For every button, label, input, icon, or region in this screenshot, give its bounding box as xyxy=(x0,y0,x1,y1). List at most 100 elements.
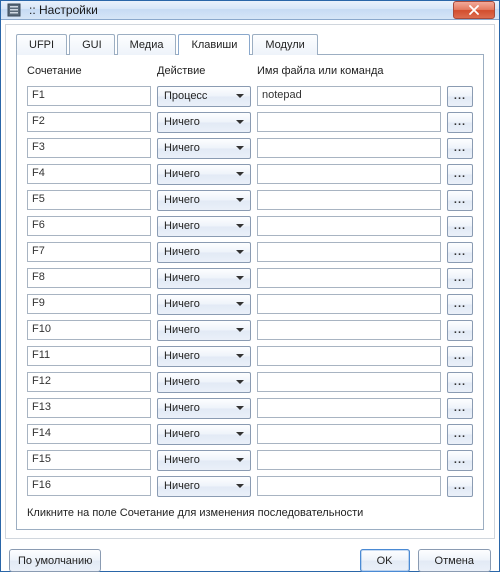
combo-input[interactable]: F2 xyxy=(27,112,151,132)
action-select[interactable]: Процесс xyxy=(157,86,251,107)
browse-button[interactable]: ... xyxy=(447,242,473,263)
key-row: F14 Ничего... xyxy=(27,421,473,447)
browse-button[interactable]: ... xyxy=(447,86,473,107)
key-rows: F1 Процесс notepad... F2 Ничего... F3 Ничего..… xyxy=(27,83,473,499)
browse-button[interactable]: ... xyxy=(447,372,473,393)
combo-input[interactable]: F11 xyxy=(27,346,151,366)
action-select[interactable]: Ничего xyxy=(157,294,251,315)
file-input[interactable] xyxy=(257,476,441,496)
key-row: F12 Ничего... xyxy=(27,369,473,395)
file-input[interactable] xyxy=(257,424,441,444)
action-select[interactable]: Ничего xyxy=(157,346,251,367)
file-input[interactable] xyxy=(257,190,441,210)
combo-input[interactable]: F10 xyxy=(27,320,151,340)
defaults-button[interactable]: По умолчанию xyxy=(9,549,101,572)
file-input[interactable] xyxy=(257,112,441,132)
file-input[interactable] xyxy=(257,450,441,470)
action-select[interactable]: Ничего xyxy=(157,112,251,133)
combo-input[interactable]: F9 xyxy=(27,294,151,314)
action-select-value: Ничего xyxy=(164,402,200,414)
combo-input[interactable]: F4 xyxy=(27,164,151,184)
combo-input[interactable]: F5 xyxy=(27,190,151,210)
file-input[interactable] xyxy=(257,398,441,418)
action-select[interactable]: Ничего xyxy=(157,242,251,263)
header-file: Имя файла или команда xyxy=(257,65,473,77)
combo-input[interactable]: F15 xyxy=(27,450,151,470)
key-row: F9 Ничего... xyxy=(27,291,473,317)
action-select[interactable]: Ничего xyxy=(157,164,251,185)
combo-input[interactable]: F3 xyxy=(27,138,151,158)
action-select[interactable]: Ничего xyxy=(157,138,251,159)
combo-input[interactable]: F8 xyxy=(27,268,151,288)
action-select-value: Ничего xyxy=(164,142,200,154)
action-select-value: Ничего xyxy=(164,454,200,466)
tab-модули[interactable]: Модули xyxy=(252,34,317,55)
file-input[interactable] xyxy=(257,138,441,158)
file-input[interactable] xyxy=(257,164,441,184)
tab-клавиши[interactable]: Клавиши xyxy=(178,34,250,55)
browse-button[interactable]: ... xyxy=(447,424,473,445)
combo-input[interactable]: F12 xyxy=(27,372,151,392)
combo-input[interactable]: F6 xyxy=(27,216,151,236)
tab-медиа[interactable]: Медиа xyxy=(117,34,177,55)
file-input[interactable] xyxy=(257,216,441,236)
file-input[interactable] xyxy=(257,320,441,340)
action-select-value: Ничего xyxy=(164,350,200,362)
file-input[interactable] xyxy=(257,242,441,262)
close-button[interactable] xyxy=(453,1,495,19)
hint-text: Кликните на поле Сочетание для изменения… xyxy=(27,499,473,523)
key-row: F6 Ничего... xyxy=(27,213,473,239)
key-row: F16 Ничего... xyxy=(27,473,473,499)
action-select-value: Ничего xyxy=(164,324,200,336)
action-select[interactable]: Ничего xyxy=(157,398,251,419)
action-select[interactable]: Ничего xyxy=(157,372,251,393)
file-input[interactable] xyxy=(257,346,441,366)
key-row: F4 Ничего... xyxy=(27,161,473,187)
action-select[interactable]: Ничего xyxy=(157,320,251,341)
key-row: F11 Ничего... xyxy=(27,343,473,369)
action-select[interactable]: Ничего xyxy=(157,190,251,211)
header-action: Действие xyxy=(157,65,257,77)
combo-input[interactable]: F16 xyxy=(27,476,151,496)
browse-button[interactable]: ... xyxy=(447,164,473,185)
browse-button[interactable]: ... xyxy=(447,398,473,419)
close-icon xyxy=(469,5,479,15)
action-select-value: Ничего xyxy=(164,220,200,232)
action-select[interactable]: Ничего xyxy=(157,476,251,497)
combo-input[interactable]: F1 xyxy=(27,86,151,106)
cancel-button[interactable]: Отмена xyxy=(418,549,491,572)
action-select-value: Ничего xyxy=(164,246,200,258)
combo-input[interactable]: F14 xyxy=(27,424,151,444)
window-title: :: Настройки xyxy=(29,3,453,17)
button-bar: По умолчанию OK Отмена xyxy=(1,543,499,572)
file-input[interactable] xyxy=(257,294,441,314)
browse-button[interactable]: ... xyxy=(447,190,473,211)
browse-button[interactable]: ... xyxy=(447,268,473,289)
file-input[interactable] xyxy=(257,372,441,392)
action-select-value: Ничего xyxy=(164,168,200,180)
tab-ufpi[interactable]: UFPI xyxy=(16,34,67,55)
file-input[interactable]: notepad xyxy=(257,86,441,106)
browse-button[interactable]: ... xyxy=(447,450,473,471)
combo-input[interactable]: F13 xyxy=(27,398,151,418)
key-row: F13 Ничего... xyxy=(27,395,473,421)
browse-button[interactable]: ... xyxy=(447,138,473,159)
app-icon xyxy=(7,2,23,18)
tab-gui[interactable]: GUI xyxy=(69,34,115,55)
action-select[interactable]: Ничего xyxy=(157,216,251,237)
action-select-value: Ничего xyxy=(164,376,200,388)
combo-input[interactable]: F7 xyxy=(27,242,151,262)
file-input[interactable] xyxy=(257,268,441,288)
browse-button[interactable]: ... xyxy=(447,216,473,237)
browse-button[interactable]: ... xyxy=(447,346,473,367)
action-select-value: Процесс xyxy=(164,90,207,102)
browse-button[interactable]: ... xyxy=(447,294,473,315)
ok-button[interactable]: OK xyxy=(360,549,410,572)
action-select[interactable]: Ничего xyxy=(157,424,251,445)
action-select[interactable]: Ничего xyxy=(157,268,251,289)
browse-button[interactable]: ... xyxy=(447,476,473,497)
action-select[interactable]: Ничего xyxy=(157,450,251,471)
browse-button[interactable]: ... xyxy=(447,112,473,133)
action-select-value: Ничего xyxy=(164,298,200,310)
browse-button[interactable]: ... xyxy=(447,320,473,341)
